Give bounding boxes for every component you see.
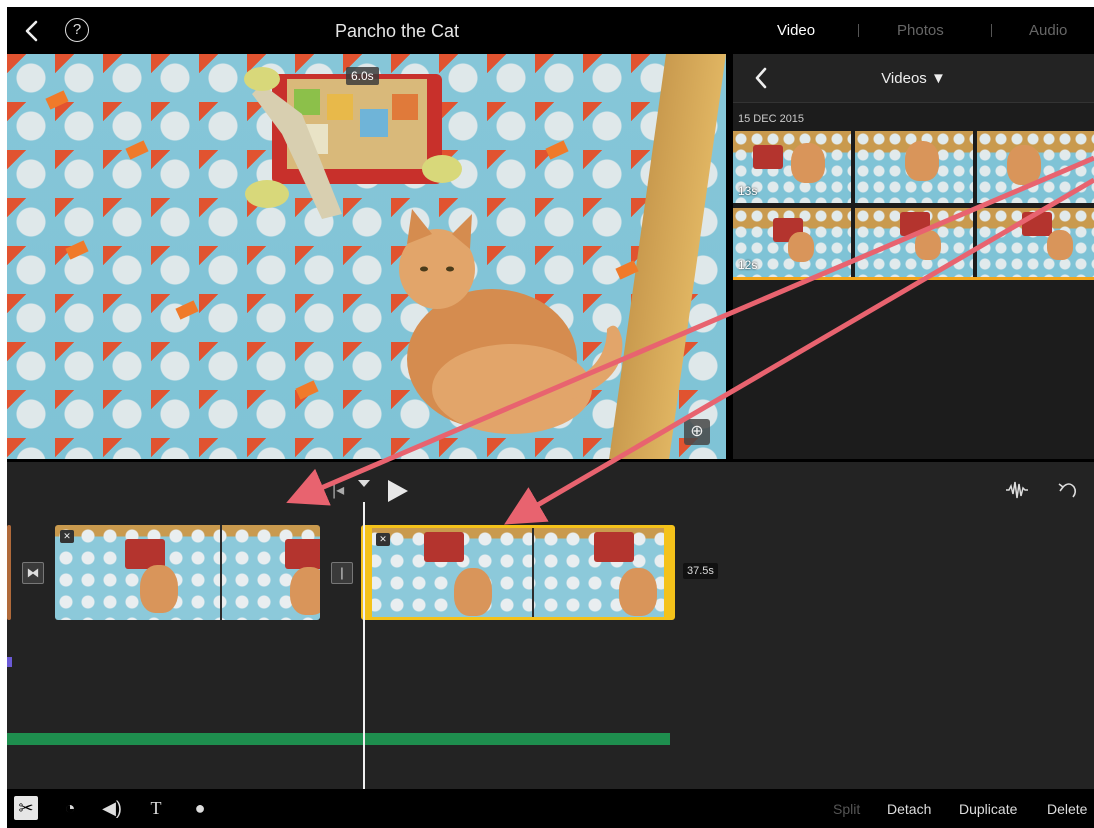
toy-shape: [1022, 212, 1052, 236]
tab-divider: [991, 24, 992, 37]
timeline-clip[interactable]: [7, 525, 11, 620]
volume-icon[interactable]: ◀): [100, 796, 124, 820]
bottom-toolbar: ✂ ◔ ◀) T ● Split Detach Duplicate Delete: [7, 789, 1094, 828]
cat-shape: [905, 141, 939, 181]
transition-icon[interactable]: ⧓: [22, 562, 44, 584]
cat-shape: [454, 568, 492, 616]
thumbnail-duration: 13s: [738, 184, 758, 198]
playhead[interactable]: [363, 502, 365, 792]
imovie-app: ? Pancho the Cat Video Photos Audio 6.0s…: [7, 7, 1094, 828]
cat-shape: [915, 230, 941, 260]
mute-icon: ✕: [60, 530, 74, 543]
trim-handle-right[interactable]: [664, 528, 672, 617]
video-thumbnail: [855, 131, 973, 203]
rug-pattern: [45, 90, 69, 110]
duplicate-button[interactable]: Duplicate: [959, 801, 1017, 817]
frame-divider: [220, 525, 222, 620]
video-thumbnail-row[interactable]: 12s: [733, 208, 1094, 280]
timeline-clip-duration: 37.5s: [683, 563, 718, 579]
cat-shape: [290, 567, 320, 615]
media-browser: Videos ▼ 15 DEC 2015 13s 12s: [733, 54, 1094, 459]
cat-shape: [791, 143, 825, 183]
date-header: 15 DEC 2015: [738, 113, 805, 125]
cat-shape: [619, 568, 657, 616]
selected-timeline-clip[interactable]: ✕: [361, 525, 675, 620]
cat-shape: [788, 232, 814, 262]
browser-header: Videos ▼: [733, 54, 1094, 103]
rug-pattern: [295, 380, 319, 400]
videos-dropdown[interactable]: Videos ▼: [733, 70, 1094, 87]
scissors-icon[interactable]: ✂: [14, 796, 38, 820]
cat-shape: [1007, 145, 1041, 185]
playhead-arrow-icon: [358, 480, 370, 487]
video-thumbnail: [977, 208, 1094, 277]
timeline[interactable]: |◂ ⧓ ✕ | ✕ 37.5s: [7, 459, 1094, 792]
cat-shape: [140, 565, 178, 613]
trim-handle-left[interactable]: [364, 528, 372, 617]
cat-shape: [1047, 230, 1073, 260]
waveform-icon[interactable]: [1005, 478, 1029, 502]
toy-shape: [285, 539, 320, 569]
cat-image: [399, 209, 623, 434]
delete-button[interactable]: Delete: [1047, 801, 1087, 817]
toy-shape: [424, 532, 464, 562]
timeline-clip[interactable]: ✕: [55, 525, 320, 620]
mute-icon: ✕: [376, 533, 390, 546]
split-button[interactable]: Split: [833, 801, 860, 817]
rug-pattern: [125, 140, 149, 160]
top-bar: ? Pancho the Cat Video Photos Audio: [7, 7, 1094, 54]
detach-button[interactable]: Detach: [887, 801, 931, 817]
tab-audio[interactable]: Audio: [1029, 22, 1067, 39]
video-viewer[interactable]: 6.0s ⊕: [7, 54, 726, 459]
speed-icon[interactable]: ◔: [58, 796, 82, 820]
rug-pattern: [175, 300, 199, 320]
rug-pattern: [545, 140, 569, 160]
audio-track[interactable]: [7, 733, 670, 745]
thumbnail-duration: 12s: [738, 258, 758, 272]
video-thumbnail: [855, 208, 973, 277]
toy-shape: [594, 532, 634, 562]
transition-icon[interactable]: |: [331, 562, 353, 584]
filter-icon[interactable]: ●: [188, 796, 212, 820]
clip-duration-badge: 6.0s: [346, 67, 379, 85]
text-icon[interactable]: T: [144, 796, 168, 820]
toy-shape: [753, 145, 783, 169]
media-tabs: Video Photos Audio: [734, 7, 1094, 54]
undo-icon[interactable]: [1055, 478, 1079, 502]
tab-photos[interactable]: Photos: [897, 22, 944, 39]
frame-divider: [532, 528, 534, 617]
tab-divider: [858, 24, 859, 37]
skip-back-icon[interactable]: |◂: [332, 480, 344, 500]
video-thumbnail-row[interactable]: 13s: [733, 131, 1094, 203]
track-marker: [7, 657, 12, 667]
video-thumbnail: [977, 131, 1094, 203]
project-title: Pancho the Cat: [334, 21, 460, 41]
zoom-icon[interactable]: ⊕: [684, 419, 710, 445]
tab-video[interactable]: Video: [777, 22, 815, 39]
play-icon[interactable]: [388, 480, 408, 502]
rug-pattern: [65, 240, 89, 260]
